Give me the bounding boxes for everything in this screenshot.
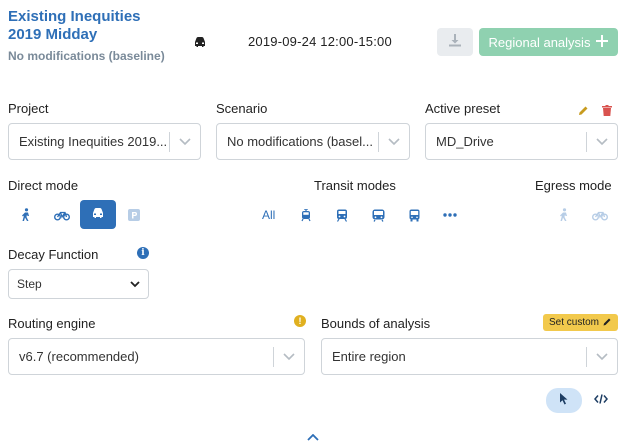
cursor-icon <box>559 392 569 410</box>
chevron-down-icon <box>379 137 409 146</box>
bus-icon[interactable] <box>402 203 426 227</box>
select-location-button[interactable] <box>546 388 582 413</box>
direct-mode-label: Direct mode <box>8 178 79 193</box>
park-icon[interactable] <box>122 203 146 227</box>
routing-engine-value: v6.7 (recommended) <box>19 349 139 364</box>
code-button[interactable] <box>592 392 610 408</box>
chevron-up-icon[interactable] <box>306 432 320 442</box>
chevron-down-icon <box>170 137 200 146</box>
egress-mode-label: Egress mode <box>535 178 612 193</box>
preset-select[interactable]: MD_Drive <box>425 123 618 160</box>
download-button[interactable] <box>437 28 473 56</box>
tram-icon[interactable] <box>294 203 318 227</box>
delete-preset-icon[interactable] <box>602 103 612 121</box>
regional-analysis-button[interactable]: Regional analysis <box>479 28 618 56</box>
decay-function-value: Step <box>17 277 42 291</box>
bike-icon[interactable] <box>588 203 612 227</box>
decay-function-label: Decay Function <box>8 247 99 262</box>
pencil-icon <box>603 317 612 329</box>
regional-analysis-label: Regional analysis <box>488 34 591 50</box>
bounds-label: Bounds of analysis <box>321 316 431 331</box>
car-icon <box>193 35 207 47</box>
walk-icon[interactable] <box>14 203 38 227</box>
preset-value: MD_Drive <box>436 134 494 149</box>
project-select[interactable]: Existing Inequities 2019... <box>8 123 201 160</box>
walk-icon[interactable] <box>552 203 576 227</box>
chevron-down-icon <box>130 277 140 291</box>
bike-icon[interactable] <box>50 203 74 227</box>
download-icon <box>448 33 462 52</box>
rail-icon[interactable] <box>330 203 354 227</box>
scenario-value: No modifications (basel... <box>227 134 373 149</box>
analysis-title: Existing Inequities 2019 Midday <box>8 8 141 43</box>
project-value: Existing Inequities 2019... <box>19 134 168 149</box>
chevron-down-icon <box>587 352 617 361</box>
subway-icon[interactable] <box>366 203 390 227</box>
scenario-select[interactable]: No modifications (basel... <box>216 123 410 160</box>
set-custom-label: Set custom <box>548 317 600 328</box>
set-custom-button[interactable]: Set custom <box>543 314 618 331</box>
scenario-label: Scenario <box>216 101 268 116</box>
analysis-subtitle: No modifications (baseline) <box>8 49 165 63</box>
car-mode-button[interactable] <box>80 200 116 229</box>
warning-icon[interactable]: ! <box>294 315 306 327</box>
routing-engine-label: Routing engine <box>8 316 96 331</box>
routing-engine-select[interactable]: v6.7 (recommended) <box>8 338 305 375</box>
bounds-value: Entire region <box>332 349 406 364</box>
info-icon[interactable]: i <box>137 247 149 259</box>
decay-function-select[interactable]: Step <box>8 269 149 299</box>
chevron-down-icon <box>274 352 304 361</box>
chevron-down-icon <box>587 137 617 146</box>
car-icon <box>91 206 105 224</box>
transit-modes-label: Transit modes <box>314 178 396 193</box>
edit-preset-icon[interactable] <box>578 103 589 121</box>
preset-label: Active preset <box>425 101 501 116</box>
more-icon[interactable] <box>438 203 462 227</box>
project-label: Project <box>8 101 49 116</box>
code-icon <box>594 391 608 409</box>
analysis-datetime: 2019-09-24 12:00-15:00 <box>248 34 392 49</box>
bounds-select[interactable]: Entire region <box>321 338 618 375</box>
transit-all-toggle[interactable]: All <box>262 208 275 222</box>
plus-icon <box>596 34 609 50</box>
